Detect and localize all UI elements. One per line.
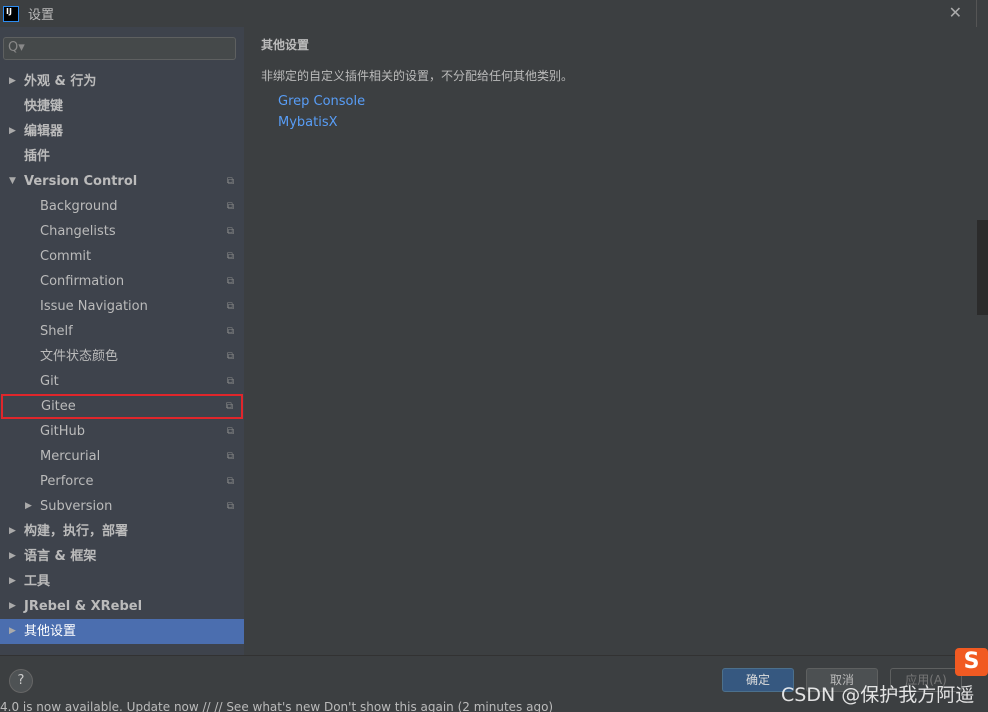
tree-item-label: 文件状态颜色 xyxy=(40,349,119,364)
project-scope-icon: ⧉ xyxy=(226,351,234,362)
chevron-right-icon[interactable]: ▶ xyxy=(9,594,16,619)
chevron-right-icon[interactable]: ▶ xyxy=(9,119,16,144)
project-scope-icon: ⧉ xyxy=(226,301,234,312)
tree-item-label: Version Control xyxy=(24,174,138,189)
tree-item[interactable]: Gitee ⧉ xyxy=(1,394,243,419)
link-grep-console[interactable]: Grep Console xyxy=(278,94,365,109)
tree-item[interactable]: Git ⧉ xyxy=(0,369,244,394)
tree-item[interactable]: Perforce ⧉ xyxy=(0,469,244,494)
tree-item[interactable]: ▶ 工具 xyxy=(0,569,244,594)
page-description: 非绑定的自定义插件相关的设置，不分配给任何其他类别。 xyxy=(261,69,574,83)
tree-item[interactable]: 文件状态颜色 ⧉ xyxy=(0,344,244,369)
tree-item-label: GitHub xyxy=(40,424,86,439)
tree-item[interactable]: Changelists ⧉ xyxy=(0,219,244,244)
tree-item[interactable]: 快捷键 xyxy=(0,94,244,119)
project-scope-icon: ⧉ xyxy=(226,176,234,187)
project-scope-icon: ⧉ xyxy=(226,226,234,237)
project-scope-icon: ⧉ xyxy=(226,501,234,512)
tree-item[interactable]: ▶ 编辑器 xyxy=(0,119,244,144)
tree-item-label: Changelists xyxy=(40,224,116,239)
tree-item[interactable]: ▶ JRebel & XRebel xyxy=(0,594,244,619)
tree-item-label: Commit xyxy=(40,249,92,264)
close-icon[interactable]: ✕ xyxy=(949,3,962,22)
tree-item[interactable]: Commit ⧉ xyxy=(0,244,244,269)
sogou-ime-icon[interactable]: S xyxy=(955,648,988,676)
app-logo-icon: IJ xyxy=(3,5,19,22)
project-scope-icon: ⧉ xyxy=(226,326,234,337)
project-scope-icon: ⧉ xyxy=(226,451,234,462)
background-window xyxy=(977,0,988,700)
tree-item[interactable]: Issue Navigation ⧉ xyxy=(0,294,244,319)
chevron-right-icon[interactable]: ▶ xyxy=(25,494,32,519)
link-mybatisx[interactable]: MybatisX xyxy=(278,115,338,130)
main-panel: 其他设置 非绑定的自定义插件相关的设置，不分配给任何其他类别。 Grep Con… xyxy=(244,27,977,655)
tree-item-label: Gitee xyxy=(41,399,76,414)
tree-item[interactable]: ▶ Subversion ⧉ xyxy=(0,494,244,519)
chevron-down-icon[interactable]: ▼ xyxy=(9,169,16,194)
tree-item-label: 编辑器 xyxy=(24,124,64,139)
project-scope-icon: ⧉ xyxy=(226,376,234,387)
settings-dialog: IJ 设置 ✕ Q▾ ▶ 外观 & 行为 快捷键 ▶ 编辑器插件 ▼ Version Con… xyxy=(0,0,977,700)
project-scope-icon: ⧉ xyxy=(226,426,234,437)
tree-item-label: 工具 xyxy=(24,574,51,589)
title-bar: IJ 设置 ✕ xyxy=(0,0,976,27)
project-scope-icon: ⧉ xyxy=(226,476,234,487)
chevron-right-icon[interactable]: ▶ xyxy=(9,519,16,544)
tree-item[interactable]: Mercurial ⧉ xyxy=(0,444,244,469)
tree-item-label: Background xyxy=(40,199,118,214)
tree-item-label: 语言 & 框架 xyxy=(24,549,97,564)
tree-item-label: 构建，执行，部署 xyxy=(24,524,129,539)
tree-item[interactable]: ▶ 构建，执行，部署 xyxy=(0,519,244,544)
search-input[interactable]: Q▾ xyxy=(3,37,236,60)
tree-item-label: 插件 xyxy=(24,149,51,164)
tree-item[interactable]: ▶ 外观 & 行为 xyxy=(0,69,244,94)
tree-item[interactable]: 插件 xyxy=(0,144,244,169)
tree-item-label: 其他设置 xyxy=(24,624,77,639)
tree-item-label: Confirmation xyxy=(40,274,125,289)
window-title: 设置 xyxy=(28,8,55,23)
project-scope-icon: ⧉ xyxy=(226,276,234,287)
tree-item-label: 快捷键 xyxy=(24,99,64,114)
chevron-right-icon[interactable]: ▶ xyxy=(9,619,16,644)
tree-item-label: Git xyxy=(40,374,59,389)
tree-item-label: Perforce xyxy=(40,474,94,489)
tree-item-label: Subversion xyxy=(40,499,113,514)
page-title: 其他设置 xyxy=(261,38,310,52)
tree-item[interactable]: Confirmation ⧉ xyxy=(0,269,244,294)
tree-item[interactable]: Shelf ⧉ xyxy=(0,319,244,344)
chevron-right-icon[interactable]: ▶ xyxy=(9,544,16,569)
tree-item[interactable]: Background ⧉ xyxy=(0,194,244,219)
tree-item[interactable]: ▼ Version Control ⧉ xyxy=(0,169,244,194)
tree-item-label: 外观 & 行为 xyxy=(24,74,97,89)
tree-item[interactable]: ▶ 语言 & 框架 xyxy=(0,544,244,569)
help-button[interactable]: ? xyxy=(9,669,33,693)
tree-item-label: JRebel & XRebel xyxy=(24,599,143,614)
project-scope-icon: ⧉ xyxy=(225,401,233,412)
settings-tree: ▶ 外观 & 行为 快捷键 ▶ 编辑器 插件 ▼ Version Control ⧉ Backgr… xyxy=(0,69,244,644)
settings-sidebar: Q▾ ▶ 外观 & 行为 快捷键 ▶ 编辑器 插件 ▼ Version Control ⧉ Bac… xyxy=(0,27,244,655)
chevron-right-icon[interactable]: ▶ xyxy=(9,569,16,594)
tree-item-label: Mercurial xyxy=(40,449,101,464)
tree-item[interactable]: ▶ 其他设置 xyxy=(0,619,244,644)
project-scope-icon: ⧉ xyxy=(226,201,234,212)
watermark: CSDN @保护我方阿遥 xyxy=(781,684,975,706)
chevron-right-icon[interactable]: ▶ xyxy=(9,69,16,94)
tree-item-label: Issue Navigation xyxy=(40,299,148,314)
tree-item[interactable]: GitHub ⧉ xyxy=(0,419,244,444)
tree-item-label: Shelf xyxy=(40,324,73,339)
project-scope-icon: ⧉ xyxy=(226,251,234,262)
